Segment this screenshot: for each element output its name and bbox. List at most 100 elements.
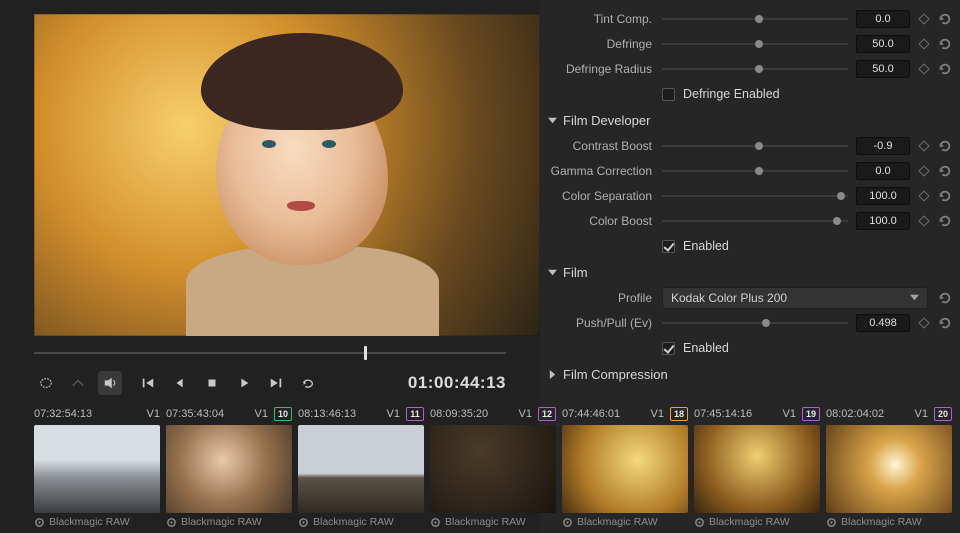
reset-icon[interactable] bbox=[938, 164, 952, 178]
dropdown-value: Kodak Color Plus 200 bbox=[671, 291, 787, 305]
clip-header: 07:35:43:04 V1 10 bbox=[166, 406, 292, 422]
overlay-button[interactable] bbox=[66, 371, 90, 395]
param-label: Gamma Correction bbox=[546, 164, 662, 178]
param-contrast-boost: Contrast Boost -0.9 bbox=[546, 133, 952, 158]
value-push-pull[interactable]: 0.498 bbox=[856, 314, 910, 332]
dropdown-film-profile[interactable]: Kodak Color Plus 200 bbox=[662, 287, 928, 309]
param-label: Color Boost bbox=[546, 214, 662, 228]
section-title: Film Compression bbox=[563, 367, 668, 382]
slider-defringe[interactable] bbox=[662, 34, 848, 54]
clip-item[interactable]: 07:32:54:13 V1 Blackmagic RAW bbox=[34, 406, 160, 533]
clip-thumbnail[interactable] bbox=[562, 425, 688, 513]
reset-icon[interactable] bbox=[938, 139, 952, 153]
clip-item[interactable]: 07:35:43:04 V1 10 Blackmagic RAW bbox=[166, 406, 292, 533]
clip-thumbnail[interactable] bbox=[694, 425, 820, 513]
clip-header: 07:44:46:01 V1 18 bbox=[562, 406, 688, 422]
slider-color-separation[interactable] bbox=[662, 186, 848, 206]
clip-item[interactable]: 07:44:46:01 V1 18 Blackmagic RAW bbox=[562, 406, 688, 533]
scrub-bar[interactable] bbox=[34, 346, 506, 360]
section-title: Film Developer bbox=[563, 113, 650, 128]
chevron-right-icon bbox=[548, 370, 557, 379]
clip-footer: Blackmagic RAW bbox=[826, 513, 952, 531]
clip-item[interactable]: 07:45:14:16 V1 19 Blackmagic RAW bbox=[694, 406, 820, 533]
clip-codec: Blackmagic RAW bbox=[709, 516, 790, 528]
reset-icon[interactable] bbox=[938, 37, 952, 51]
clip-footer: Blackmagic RAW bbox=[166, 513, 292, 531]
slider-tint-comp[interactable] bbox=[662, 9, 848, 29]
slider-contrast-boost[interactable] bbox=[662, 136, 848, 156]
clip-header: 08:02:04:02 V1 20 bbox=[826, 406, 952, 422]
clip-header: 07:45:14:16 V1 19 bbox=[694, 406, 820, 422]
clip-footer: Blackmagic RAW bbox=[562, 513, 688, 531]
mute-button[interactable] bbox=[98, 371, 122, 395]
timecode-display[interactable]: 01:00:44:13 bbox=[408, 373, 506, 393]
clip-timecode: 08:09:35:20 bbox=[430, 408, 488, 420]
reset-icon[interactable] bbox=[938, 291, 952, 305]
play-button[interactable] bbox=[232, 371, 256, 395]
section-film[interactable]: Film bbox=[546, 259, 952, 285]
value-color-separation[interactable]: 100.0 bbox=[856, 187, 910, 205]
clip-thumbnail[interactable] bbox=[166, 425, 292, 513]
playhead[interactable] bbox=[364, 346, 367, 360]
slider-defringe-radius[interactable] bbox=[662, 59, 848, 79]
clip-thumbnail[interactable] bbox=[826, 425, 952, 513]
checkbox-label: Enabled bbox=[683, 239, 729, 253]
param-label: Push/Pull (Ev) bbox=[546, 316, 662, 330]
keyframe-icon[interactable] bbox=[918, 165, 929, 176]
clip-thumbnail[interactable] bbox=[430, 425, 556, 513]
value-color-boost[interactable]: 100.0 bbox=[856, 212, 910, 230]
value-gamma-correction[interactable]: 0.0 bbox=[856, 162, 910, 180]
reset-icon[interactable] bbox=[938, 316, 952, 330]
keyframe-icon[interactable] bbox=[918, 140, 929, 151]
checkbox-defringe-enabled[interactable] bbox=[662, 88, 675, 101]
checkbox-label: Enabled bbox=[683, 341, 729, 355]
clip-codec: Blackmagic RAW bbox=[841, 516, 922, 528]
matte-mode-button[interactable] bbox=[34, 371, 58, 395]
keyframe-icon[interactable] bbox=[918, 317, 929, 328]
clip-footer: Blackmagic RAW bbox=[298, 513, 424, 531]
clip-footer: Blackmagic RAW bbox=[34, 513, 160, 531]
keyframe-icon[interactable] bbox=[918, 63, 929, 74]
slider-push-pull[interactable] bbox=[662, 313, 848, 333]
clip-item[interactable]: 08:09:35:20 V1 12 Blackmagic RAW bbox=[430, 406, 556, 533]
clip-thumbnail[interactable] bbox=[34, 425, 160, 513]
clip-thumbnail[interactable] bbox=[298, 425, 424, 513]
viewer[interactable] bbox=[34, 14, 540, 336]
keyframe-icon[interactable] bbox=[918, 215, 929, 226]
first-frame-button[interactable] bbox=[136, 371, 160, 395]
gear-icon bbox=[34, 517, 45, 528]
value-contrast-boost[interactable]: -0.9 bbox=[856, 137, 910, 155]
param-label: Tint Comp. bbox=[546, 12, 662, 26]
last-frame-button[interactable] bbox=[264, 371, 288, 395]
clip-item[interactable]: 08:02:04:02 V1 20 Blackmagic RAW bbox=[826, 406, 952, 533]
slider-color-boost[interactable] bbox=[662, 211, 848, 231]
reset-icon[interactable] bbox=[938, 62, 952, 76]
clip-codec: Blackmagic RAW bbox=[181, 516, 262, 528]
loop-button[interactable] bbox=[296, 371, 320, 395]
slider-gamma-correction[interactable] bbox=[662, 161, 848, 181]
clip-strip: 07:32:54:13 V1 Blackmagic RAW 07:35:43:0… bbox=[34, 406, 960, 533]
stop-button[interactable] bbox=[200, 371, 224, 395]
param-defringe: Defringe 50.0 bbox=[546, 31, 952, 56]
section-film-developer[interactable]: Film Developer bbox=[546, 107, 952, 133]
clip-number-badge: 18 bbox=[670, 407, 688, 421]
reset-icon[interactable] bbox=[938, 189, 952, 203]
checkbox-film-enabled[interactable] bbox=[662, 342, 675, 355]
keyframe-icon[interactable] bbox=[918, 190, 929, 201]
clip-codec: Blackmagic RAW bbox=[577, 516, 658, 528]
value-tint-comp[interactable]: 0.0 bbox=[856, 10, 910, 28]
clip-header: 08:09:35:20 V1 12 bbox=[430, 406, 556, 422]
param-label: Defringe Radius bbox=[546, 62, 662, 76]
checkbox-film-dev-enabled[interactable] bbox=[662, 240, 675, 253]
keyframe-icon[interactable] bbox=[918, 38, 929, 49]
prev-frame-button[interactable] bbox=[168, 371, 192, 395]
gear-icon bbox=[694, 517, 705, 528]
value-defringe[interactable]: 50.0 bbox=[856, 35, 910, 53]
reset-icon[interactable] bbox=[938, 214, 952, 228]
reset-icon[interactable] bbox=[938, 12, 952, 26]
clip-item[interactable]: 08:13:46:13 V1 11 Blackmagic RAW bbox=[298, 406, 424, 533]
section-film-compression[interactable]: Film Compression bbox=[546, 361, 952, 387]
keyframe-icon[interactable] bbox=[918, 13, 929, 24]
value-defringe-radius[interactable]: 50.0 bbox=[856, 60, 910, 78]
row-film-enabled: Enabled bbox=[546, 335, 952, 361]
